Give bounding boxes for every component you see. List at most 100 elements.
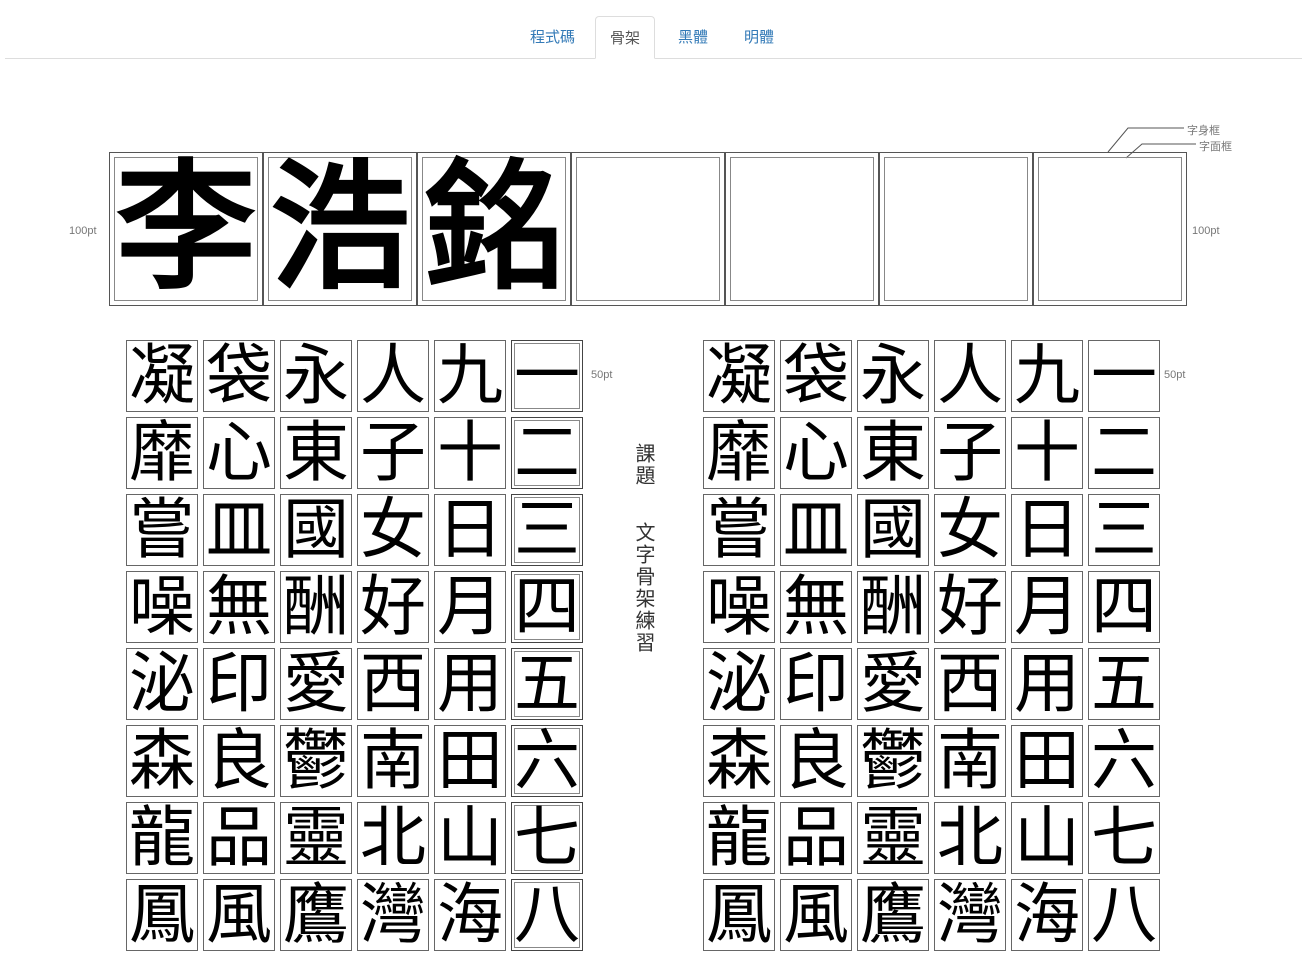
banner-glyph[interactable] (1034, 153, 1186, 305)
reference-cell[interactable]: 北 (934, 802, 1006, 874)
skeleton-cell[interactable]: 愛 (280, 648, 352, 720)
skeleton-cell[interactable]: 永 (280, 340, 352, 412)
reference-cell[interactable]: 靡 (703, 417, 775, 489)
skeleton-cell[interactable]: 西 (357, 648, 429, 720)
skeleton-cell[interactable]: 嘗 (126, 494, 198, 566)
skeleton-cell[interactable]: 森 (126, 725, 198, 797)
reference-cell[interactable]: 日 (1011, 494, 1083, 566)
reference-cell[interactable]: 四 (1088, 571, 1160, 643)
skeleton-cell[interactable]: 四 (511, 571, 583, 643)
reference-cell[interactable]: 無 (780, 571, 852, 643)
reference-cell[interactable]: 皿 (780, 494, 852, 566)
banner-glyph[interactable] (726, 153, 878, 305)
reference-cell[interactable]: 九 (1011, 340, 1083, 412)
skeleton-cell[interactable]: 灣 (357, 879, 429, 951)
reference-cell[interactable]: 永 (857, 340, 929, 412)
skeleton-cell[interactable]: 南 (357, 725, 429, 797)
tab-gothic[interactable]: 黑體 (664, 16, 722, 57)
skeleton-cell[interactable]: 泌 (126, 648, 198, 720)
reference-cell[interactable]: 鳳 (703, 879, 775, 951)
skeleton-cell[interactable]: 靈 (280, 802, 352, 874)
reference-cell[interactable]: 龍 (703, 802, 775, 874)
reference-cell[interactable]: 印 (780, 648, 852, 720)
reference-cell[interactable]: 國 (857, 494, 929, 566)
reference-cell[interactable]: 一 (1088, 340, 1160, 412)
skeleton-cell[interactable]: 皿 (203, 494, 275, 566)
reference-cell[interactable]: 五 (1088, 648, 1160, 720)
reference-cell[interactable]: 灣 (934, 879, 1006, 951)
banner-glyph[interactable] (572, 153, 724, 305)
reference-cell[interactable]: 愛 (857, 648, 929, 720)
reference-cell[interactable]: 子 (934, 417, 1006, 489)
reference-cell[interactable]: 森 (703, 725, 775, 797)
reference-cell[interactable]: 嘗 (703, 494, 775, 566)
skeleton-cell[interactable]: 女 (357, 494, 429, 566)
tab-mincho[interactable]: 明體 (730, 16, 788, 57)
skeleton-cell[interactable]: 日 (434, 494, 506, 566)
reference-cell[interactable]: 鷹 (857, 879, 929, 951)
reference-cell[interactable]: 酬 (857, 571, 929, 643)
skeleton-cell[interactable]: 噪 (126, 571, 198, 643)
skeleton-cell[interactable]: 靡 (126, 417, 198, 489)
reference-cell[interactable]: 六 (1088, 725, 1160, 797)
skeleton-cell[interactable]: 月 (434, 571, 506, 643)
tab-skeleton[interactable]: 骨架 (595, 16, 656, 59)
reference-cell[interactable]: 良 (780, 725, 852, 797)
skeleton-cell[interactable]: 國 (280, 494, 352, 566)
skeleton-cell[interactable]: 人 (357, 340, 429, 412)
banner-glyph[interactable]: 李 (110, 153, 262, 305)
skeleton-cell[interactable]: 五 (511, 648, 583, 720)
skeleton-cell[interactable]: 好 (357, 571, 429, 643)
reference-cell[interactable]: 泌 (703, 648, 775, 720)
skeleton-cell[interactable]: 用 (434, 648, 506, 720)
skeleton-cell[interactable]: 袋 (203, 340, 275, 412)
reference-cell[interactable]: 十 (1011, 417, 1083, 489)
skeleton-cell[interactable]: 酬 (280, 571, 352, 643)
reference-cell[interactable]: 東 (857, 417, 929, 489)
skeleton-cell[interactable]: 二 (511, 417, 583, 489)
skeleton-cell[interactable]: 印 (203, 648, 275, 720)
reference-cell[interactable]: 七 (1088, 802, 1160, 874)
reference-cell[interactable]: 用 (1011, 648, 1083, 720)
reference-cell[interactable]: 女 (934, 494, 1006, 566)
reference-cell[interactable]: 品 (780, 802, 852, 874)
tab-source-code[interactable]: 程式碼 (516, 16, 589, 57)
skeleton-cell[interactable]: 鳳 (126, 879, 198, 951)
reference-cell[interactable]: 靈 (857, 802, 929, 874)
reference-cell[interactable]: 風 (780, 879, 852, 951)
reference-cell[interactable]: 山 (1011, 802, 1083, 874)
skeleton-cell[interactable]: 七 (511, 802, 583, 874)
banner-glyph[interactable] (880, 153, 1032, 305)
skeleton-cell[interactable]: 龍 (126, 802, 198, 874)
skeleton-cell[interactable]: 心 (203, 417, 275, 489)
banner-glyph[interactable]: 浩 (264, 153, 416, 305)
reference-cell[interactable]: 海 (1011, 879, 1083, 951)
skeleton-cell[interactable]: 鷹 (280, 879, 352, 951)
skeleton-cell[interactable]: 品 (203, 802, 275, 874)
reference-cell[interactable]: 田 (1011, 725, 1083, 797)
skeleton-cell[interactable]: 子 (357, 417, 429, 489)
reference-cell[interactable]: 凝 (703, 340, 775, 412)
reference-cell[interactable]: 心 (780, 417, 852, 489)
skeleton-cell[interactable]: 海 (434, 879, 506, 951)
reference-cell[interactable]: 西 (934, 648, 1006, 720)
skeleton-cell[interactable]: 九 (434, 340, 506, 412)
banner-glyph[interactable]: 銘 (418, 153, 570, 305)
skeleton-cell[interactable]: 凝 (126, 340, 198, 412)
skeleton-cell[interactable]: 鬱 (280, 725, 352, 797)
reference-cell[interactable]: 月 (1011, 571, 1083, 643)
skeleton-cell[interactable]: 八 (511, 879, 583, 951)
skeleton-cell[interactable]: 十 (434, 417, 506, 489)
skeleton-cell[interactable]: 東 (280, 417, 352, 489)
skeleton-cell[interactable]: 風 (203, 879, 275, 951)
reference-cell[interactable]: 好 (934, 571, 1006, 643)
skeleton-cell[interactable]: 六 (511, 725, 583, 797)
skeleton-cell[interactable]: 一 (511, 340, 583, 412)
skeleton-cell[interactable]: 北 (357, 802, 429, 874)
reference-cell[interactable]: 人 (934, 340, 1006, 412)
reference-cell[interactable]: 噪 (703, 571, 775, 643)
reference-cell[interactable]: 南 (934, 725, 1006, 797)
skeleton-cell[interactable]: 良 (203, 725, 275, 797)
reference-cell[interactable]: 二 (1088, 417, 1160, 489)
reference-cell[interactable]: 鬱 (857, 725, 929, 797)
